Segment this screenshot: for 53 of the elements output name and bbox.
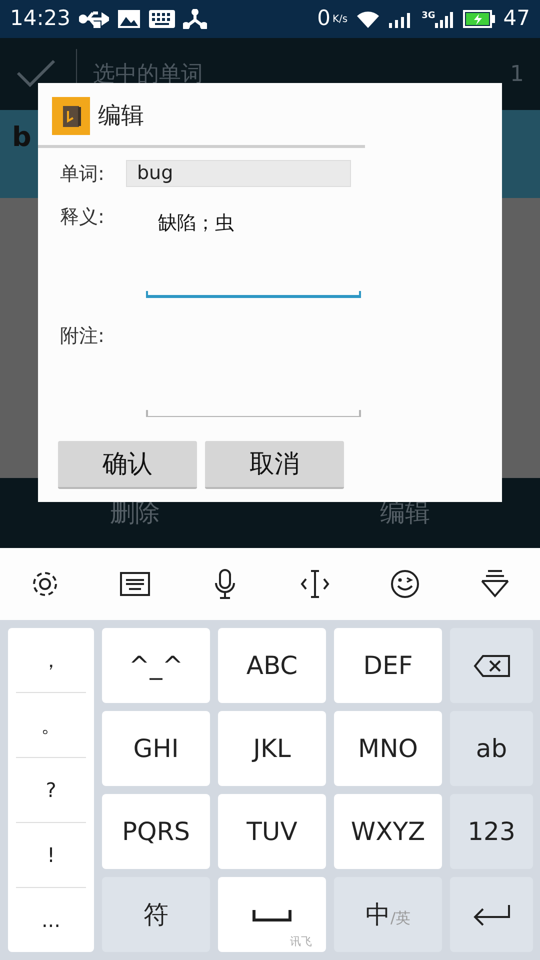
emoji-icon[interactable] — [390, 569, 420, 599]
key[interactable]: GHI — [102, 711, 210, 786]
app-bar-title: 选中的单词 — [93, 60, 204, 88]
check-icon — [16, 59, 56, 89]
collapse-icon[interactable] — [480, 569, 510, 599]
signal-icon — [435, 10, 456, 28]
book-icon — [52, 97, 90, 135]
key[interactable]: TUV — [218, 794, 326, 869]
enter-icon — [472, 902, 510, 926]
brand-label: 讯飞 — [290, 934, 312, 950]
cursor-move-icon[interactable] — [300, 569, 330, 599]
key[interactable]: 符 — [102, 877, 210, 952]
symbol-key[interactable]: ! — [16, 823, 86, 888]
battery-level: 47 — [503, 5, 530, 32]
field-label: 附注: — [60, 324, 106, 348]
network-speed-unit: K/s — [332, 12, 348, 26]
key[interactable]: ^_^ — [102, 628, 210, 703]
key[interactable]: 123 — [450, 794, 533, 869]
symbol-key[interactable]: ... — [16, 888, 86, 952]
keyboard-icon — [148, 10, 175, 28]
clock: 14:23 — [10, 5, 71, 32]
symbol-key[interactable]: 。 — [16, 693, 86, 758]
key[interactable]: WXYZ — [334, 794, 442, 869]
key[interactable]: JKL — [218, 711, 326, 786]
field-label: 单词: — [60, 162, 106, 187]
selected-count: 1 — [510, 60, 524, 88]
share-icon — [182, 9, 207, 29]
key[interactable]: ab — [450, 711, 533, 786]
enter-key[interactable] — [450, 877, 533, 952]
dialog-button[interactable]: 取消 — [205, 440, 344, 488]
settings-icon[interactable] — [30, 569, 60, 599]
word-field[interactable]: bug — [126, 160, 351, 187]
keyboard-icon[interactable] — [120, 569, 150, 599]
space-bar-icon — [252, 908, 292, 922]
key[interactable]: MNO — [334, 711, 442, 786]
battery-charging-icon — [463, 10, 496, 28]
key[interactable]: PQRS — [102, 794, 210, 869]
symbol-key[interactable]: ， — [16, 628, 86, 693]
field-label: 释义: — [60, 204, 106, 230]
word-text: b — [12, 122, 32, 153]
network-type: 3G — [422, 10, 436, 23]
image-icon — [116, 9, 141, 29]
key[interactable]: DEF — [334, 628, 442, 703]
usb-icon — [78, 10, 109, 28]
dialog-title: 编辑 — [98, 102, 144, 131]
symbol-key[interactable]: ? — [16, 758, 86, 823]
network-speed: 0 — [317, 5, 330, 32]
key[interactable]: 中/英 — [334, 877, 442, 952]
dialog-button[interactable]: 确认 — [58, 440, 197, 488]
backspace-icon — [472, 654, 510, 678]
backspace-key[interactable] — [450, 628, 533, 703]
key[interactable]: ABC — [218, 628, 326, 703]
wifi-icon — [356, 10, 380, 28]
